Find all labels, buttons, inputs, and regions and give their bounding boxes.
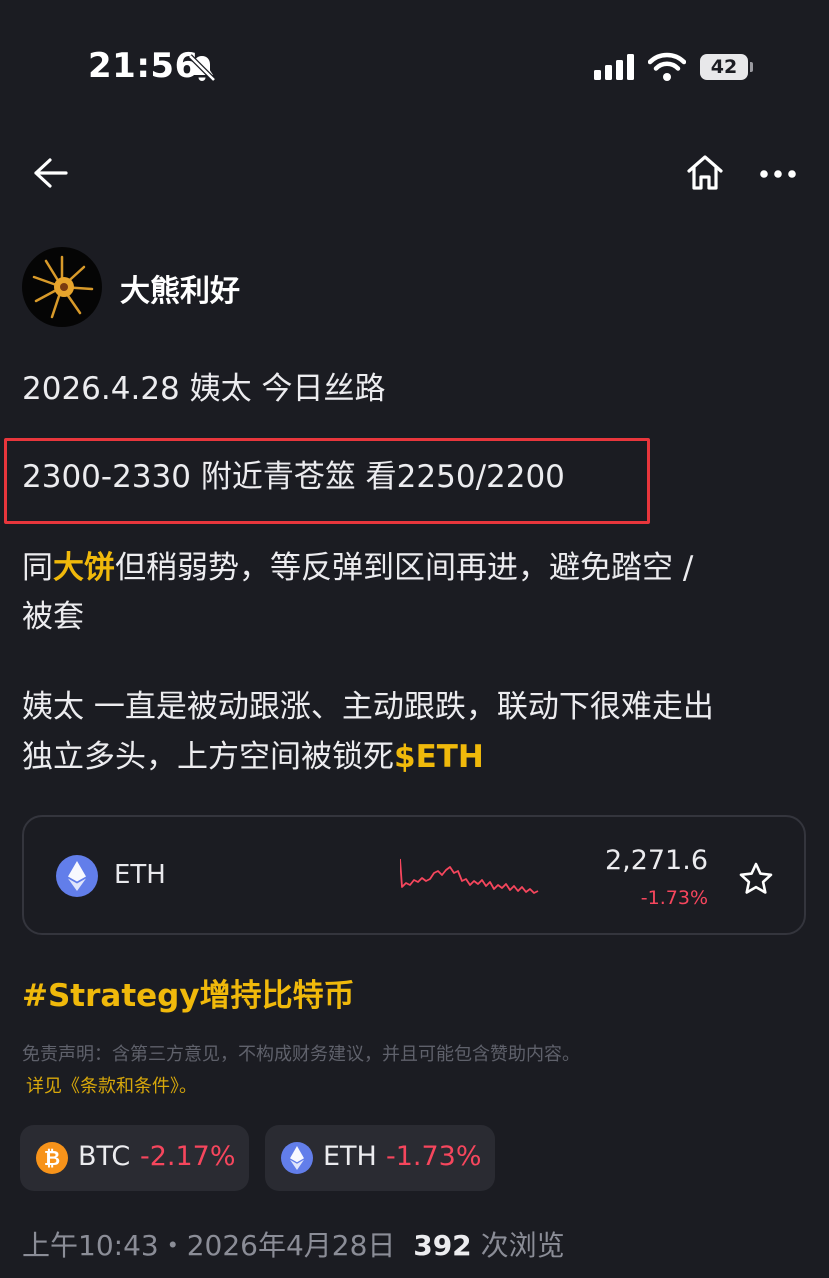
ticker-symbol: ETH — [114, 860, 166, 890]
disclaimer-text: 免责声明：含第三方意见，不构成财务建议，并且可能包含赞助内容。 — [22, 1044, 580, 1065]
chip-symbol: ETH — [323, 1141, 377, 1172]
author-name[interactable]: 大熊利好 — [120, 266, 240, 310]
ticker-card[interactable]: ETH 2,271.6 -1.73% — [22, 815, 806, 935]
highlight-term[interactable]: 大饼 — [53, 550, 115, 586]
star-icon[interactable] — [738, 861, 774, 897]
battery-icon: 42 — [700, 54, 748, 80]
avatar[interactable] — [22, 247, 102, 327]
home-icon[interactable] — [684, 152, 726, 194]
avatar-image — [32, 255, 94, 319]
sparkline — [400, 858, 539, 894]
hashtag-link[interactable]: #Strategy增持比特币 — [22, 970, 355, 1015]
svg-text:₿: ₿ — [44, 1146, 60, 1170]
post-line-4: 被套 — [22, 599, 84, 635]
post-text: 同 — [22, 550, 53, 586]
btc-icon: ₿ — [36, 1142, 68, 1174]
coin-chip-btc[interactable]: ₿ BTC -2.17% — [20, 1125, 249, 1191]
eth-icon — [56, 855, 98, 897]
bell-muted-icon — [188, 54, 216, 82]
post-line-1: 2026.4.28 姨太 今日丝路 — [22, 371, 386, 407]
post-line-3: 同大饼但稍弱势，等反弹到区间再进，避免踏空 / — [22, 545, 693, 591]
post-text: 独立多头，上方空间被锁死 — [22, 739, 394, 775]
eth-icon — [281, 1142, 313, 1174]
cashtag-link[interactable]: $ETH — [394, 739, 484, 775]
back-arrow-icon[interactable] — [30, 154, 70, 192]
coin-chip-eth[interactable]: ETH -1.73% — [265, 1125, 495, 1191]
wifi-icon — [648, 52, 686, 81]
post-text: 但稍弱势，等反弹到区间再进，避免踏空 / — [115, 550, 694, 586]
post-meta: 上午10:43・2026年4月28日 392 次浏览 — [22, 1224, 565, 1264]
ticker-change: -1.73% — [640, 887, 708, 909]
signal-icon — [594, 54, 634, 80]
chip-change: -2.17% — [140, 1141, 236, 1172]
terms-link[interactable]: 详见《条款和条件》。 — [26, 1072, 197, 1098]
more-icon[interactable] — [758, 158, 798, 190]
status-time: 21:56 — [88, 46, 199, 86]
battery-tip — [750, 62, 753, 72]
post-line-5: 姨太 一直是被动跟涨、主动跟跌，联动下很难走出 — [22, 689, 714, 725]
post-line-6: 独立多头，上方空间被锁死$ETH — [22, 734, 484, 780]
view-label: 次浏览 — [480, 1229, 565, 1262]
ticker-price: 2,271.6 — [604, 845, 708, 876]
chip-change: -1.73% — [386, 1141, 482, 1172]
post-line-2: 2300-2330 附近青苍筮 看2250/2200 — [22, 459, 565, 495]
status-bar: 21:56 42 — [0, 0, 829, 130]
chip-symbol: BTC — [78, 1141, 131, 1172]
post-timestamp: 上午10:43・2026年4月28日 — [22, 1229, 396, 1262]
view-count: 392 — [413, 1229, 472, 1262]
